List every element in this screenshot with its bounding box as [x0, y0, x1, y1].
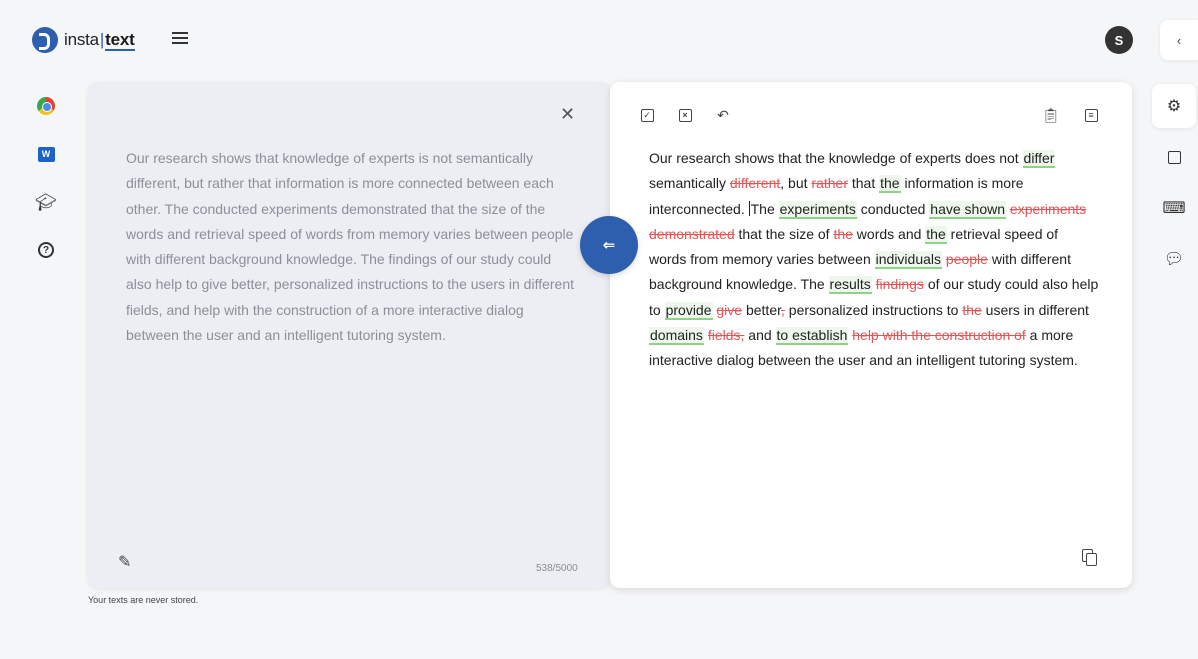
chrome-extension-button[interactable] — [26, 86, 66, 126]
top-bar: insta|text S ‹ — [0, 0, 1198, 78]
reject-all-button[interactable]: × — [676, 106, 694, 124]
settings-button[interactable]: ⚙ — [1152, 84, 1196, 128]
deleted-word[interactable]: the — [962, 302, 981, 318]
feedback-button[interactable]: 💬︎ — [1152, 237, 1196, 281]
deleted-word[interactable]: fields, — [708, 327, 745, 343]
document-button[interactable] — [1152, 135, 1196, 179]
deleted-word[interactable]: people — [946, 251, 988, 267]
logo-mark-icon — [32, 27, 58, 53]
clipboard-check-icon: 📋︎ — [1042, 106, 1060, 123]
pencil-icon[interactable]: ✎ — [118, 552, 131, 572]
deleted-word[interactable]: give — [716, 302, 742, 318]
logo-wordmark: insta|text — [64, 30, 135, 51]
arrow-left-lines-icon: ⇐ — [602, 237, 616, 254]
output-word: The — [750, 200, 779, 217]
word-addin-button[interactable]: W — [26, 134, 66, 174]
keyboard-button[interactable]: ⌨ — [1152, 186, 1196, 230]
inserted-word[interactable]: individuals — [874, 251, 943, 270]
undo-icon: ↶ — [717, 106, 729, 123]
app-logo[interactable]: insta|text — [32, 27, 135, 53]
inserted-word[interactable]: have shown — [929, 200, 1007, 219]
accept-all-button[interactable]: ✓ — [638, 106, 656, 124]
paste-check-button[interactable]: 📋︎ — [1042, 106, 1060, 124]
hamburger-icon[interactable] — [172, 32, 188, 46]
deleted-word[interactable]: the — [833, 226, 852, 242]
graduation-cap-icon: 🎓︎ — [35, 192, 57, 212]
settings-icon: ⚙ — [1166, 98, 1182, 115]
inserted-word[interactable]: the — [925, 225, 947, 244]
deleted-word[interactable]: help with the construction of — [852, 327, 1026, 343]
deleted-word[interactable]: experiments demonstrated — [649, 201, 1086, 242]
input-textarea[interactable]: Our research shows that knowledge of exp… — [126, 146, 576, 348]
checkbox-x-icon: × — [678, 108, 692, 122]
character-counter: 538/5000 — [536, 563, 578, 574]
deleted-word[interactable]: , — [781, 302, 785, 318]
user-avatar[interactable]: S — [1105, 26, 1133, 54]
deleted-word[interactable]: different — [730, 175, 780, 191]
inserted-word[interactable]: results — [828, 276, 872, 295]
inserted-word[interactable]: to establish — [775, 327, 849, 346]
clear-input-icon[interactable]: ✕ — [560, 104, 575, 125]
apply-to-input-button[interactable]: ⇐ — [580, 216, 638, 274]
undo-button[interactable]: ↶ — [714, 106, 732, 124]
inserted-word[interactable]: the — [879, 175, 901, 194]
notes-icon: ≡ — [1084, 108, 1098, 122]
copy-icon[interactable] — [1082, 549, 1098, 567]
privacy-note: Your texts are never stored. — [88, 595, 199, 605]
deleted-word[interactable]: rather — [811, 175, 848, 191]
inserted-word[interactable]: experiments — [778, 200, 857, 219]
inserted-word[interactable]: provide — [664, 301, 713, 320]
left-rail: W 🎓︎ ? — [26, 86, 66, 278]
output-panel: ✓ × ↶ 📋︎ ≡ Our research shows that the k… — [610, 82, 1132, 588]
help-button[interactable]: ? — [26, 230, 66, 270]
deleted-word[interactable]: findings — [876, 276, 924, 292]
text-cursor — [748, 200, 750, 216]
collapse-sidebar-button[interactable]: ‹ — [1160, 20, 1198, 60]
document-icon — [1167, 150, 1181, 164]
feedback-icon: 💬︎ — [1163, 251, 1185, 268]
inserted-word[interactable]: differ — [1022, 150, 1056, 168]
output-text[interactable]: Our research shows that the knowledge of… — [649, 146, 1099, 374]
chrome-icon — [37, 97, 55, 115]
education-button[interactable]: 🎓︎ — [26, 182, 66, 222]
input-panel: ✕ Our research shows that knowledge of e… — [88, 82, 610, 588]
keyboard-icon: ⌨ — [1162, 200, 1186, 217]
help-icon: ? — [38, 242, 54, 258]
right-rail: ⚙ ⌨ 💬︎ — [1152, 84, 1198, 288]
checkbox-check-icon: ✓ — [640, 108, 654, 122]
inserted-word[interactable]: domains — [649, 327, 704, 346]
word-icon: W — [37, 146, 55, 162]
track-changes-button[interactable]: ≡ — [1082, 106, 1100, 124]
